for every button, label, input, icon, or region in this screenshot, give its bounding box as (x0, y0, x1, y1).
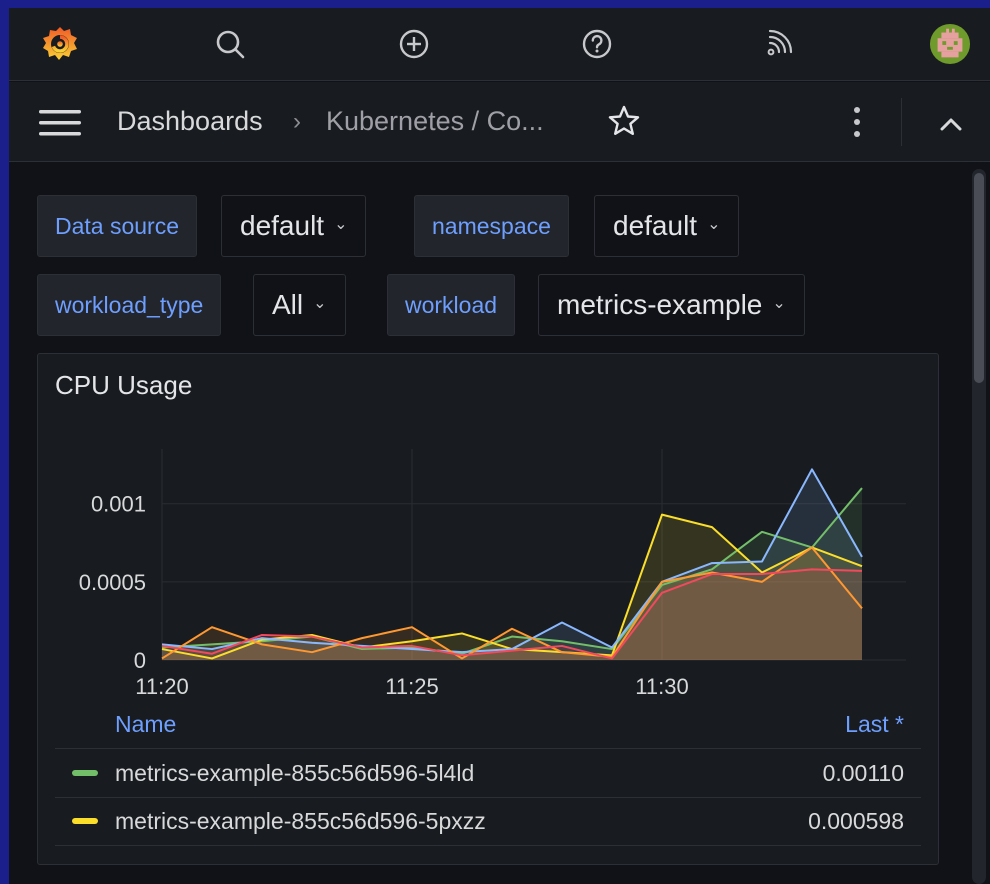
variable-select-namespace[interactable]: default ⌄ (594, 195, 740, 257)
search-icon[interactable] (209, 23, 251, 65)
variable-value-datasource: default (240, 210, 325, 241)
variable-select-workload[interactable]: metrics-example ⌄ (538, 274, 805, 336)
legend-swatch (72, 770, 98, 776)
breadcrumb-dashboards[interactable]: Dashboards (117, 106, 263, 137)
legend-row[interactable]: metrics-example-855c56d596-5l4ld 0.00110 (55, 750, 921, 796)
legend-divider (55, 748, 921, 749)
dashboard-content: Data source default ⌄ namespace default ⌄ … (9, 163, 990, 884)
chevron-up-icon[interactable] (934, 110, 968, 138)
menu-icon[interactable] (39, 108, 83, 138)
variable-select-workload-type[interactable]: All ⌄ (253, 274, 346, 336)
legend-series-last: 0.000598 (808, 808, 904, 834)
y-tick-label: 0.0005 (79, 570, 146, 595)
top-toolbar (9, 8, 990, 81)
grafana-app: Dashboards › Kubernetes / Co... Data sou… (9, 8, 990, 884)
legend-series-name: metrics-example-855c56d596-5pxzz (115, 808, 486, 834)
legend-header-name[interactable]: Name (115, 711, 176, 738)
chevron-down-icon: ⌄ (334, 216, 348, 233)
legend-row[interactable]: metrics-example-855c56d596-5pxzz 0.00059… (55, 798, 921, 844)
legend-divider (55, 845, 921, 846)
chevron-down-icon: ⌄ (707, 216, 721, 233)
legend-header-last[interactable]: Last * (845, 711, 904, 738)
news-rss-icon[interactable] (757, 23, 799, 65)
variable-label-namespace: namespace (414, 195, 569, 257)
chevron-down-icon: ⌄ (772, 295, 786, 312)
add-icon[interactable] (393, 23, 435, 65)
x-tick-label: 11:25 (385, 674, 438, 699)
legend-swatch (72, 818, 98, 824)
legend-series-last: 0.00110 (822, 760, 904, 786)
cpu-usage-chart: 0 0.0005 0.001 11:20 11:25 11:30 (79, 449, 906, 699)
breadcrumb-current-dashboard: Kubernetes / Co... (326, 106, 544, 136)
breadcrumb-separator: › (293, 108, 301, 135)
x-tick-label: 11:20 (135, 674, 188, 699)
navbar-divider (901, 98, 902, 146)
star-icon[interactable] (607, 104, 641, 138)
grafana-logo-icon[interactable] (39, 23, 81, 65)
variable-label-datasource: Data source (37, 195, 198, 257)
chevron-down-icon: ⌄ (313, 295, 327, 312)
variable-value-workload: metrics-example (557, 289, 763, 320)
cpu-usage-panel[interactable]: CPU Usage 0 0.0005 0.001 11:20 11:25 11:30 Na… (37, 353, 939, 865)
help-icon[interactable] (576, 23, 618, 65)
more-options-icon[interactable] (845, 102, 869, 142)
variable-label-workload-type: workload_type (37, 274, 222, 336)
user-avatar[interactable] (929, 23, 971, 65)
y-tick-label: 0.001 (91, 492, 146, 517)
x-tick-label: 11:30 (635, 674, 688, 699)
scrollbar-thumb[interactable] (974, 173, 984, 383)
legend-series-name: metrics-example-855c56d596-5l4ld (115, 760, 475, 786)
variable-value-namespace: default (613, 210, 698, 241)
dashboard-navbar: Dashboards › Kubernetes / Co... (9, 82, 990, 162)
variable-value-workload-type: All (272, 289, 304, 320)
y-tick-label: 0 (134, 648, 146, 673)
variable-label-workload: workload (387, 274, 516, 336)
variable-select-datasource[interactable]: default ⌄ (221, 195, 367, 257)
